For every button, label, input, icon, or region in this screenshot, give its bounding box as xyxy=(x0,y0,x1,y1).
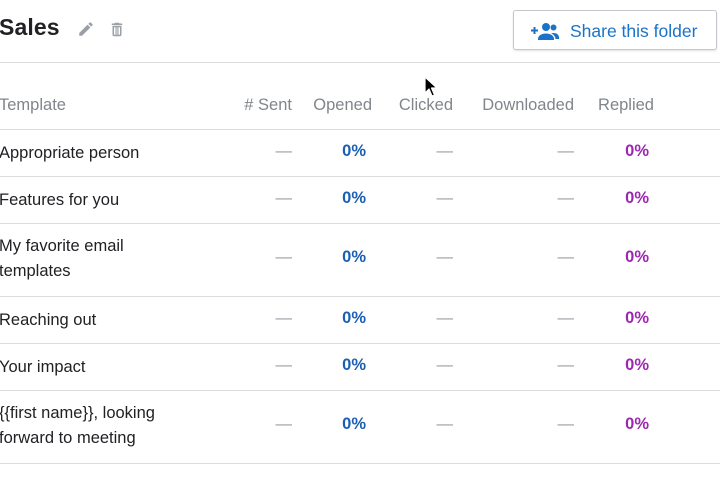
table-row[interactable]: Your impact — 0% — — 0% xyxy=(0,344,720,391)
share-folder-label: Share this folder xyxy=(570,21,698,41)
table-row[interactable]: {{first name}}, looking forward to meeti… xyxy=(0,391,720,464)
folder-title: Sales xyxy=(0,14,60,40)
pencil-icon[interactable] xyxy=(76,19,96,39)
replied-value: 0% xyxy=(625,309,649,327)
sent-value: — xyxy=(275,189,293,207)
replied-value: 0% xyxy=(625,356,649,374)
template-name[interactable]: {{first name}}, looking forward to meeti… xyxy=(0,401,184,451)
share-folder-button[interactable]: Share this folder xyxy=(513,10,717,50)
column-header-opened[interactable]: Opened xyxy=(313,96,372,115)
column-header-template[interactable]: Template xyxy=(0,96,66,115)
replied-value: 0% xyxy=(625,189,649,207)
column-header-sent[interactable]: # Sent xyxy=(244,96,292,115)
replied-value: 0% xyxy=(625,248,649,266)
table-row[interactable]: My favorite email templates — 0% — — 0% xyxy=(0,224,720,297)
opened-value: 0% xyxy=(342,142,366,160)
folder-header: Sales Share this folder xyxy=(0,0,720,63)
opened-value: 0% xyxy=(342,356,366,374)
sent-value: — xyxy=(275,415,293,433)
sent-value: — xyxy=(275,248,293,266)
trash-icon[interactable] xyxy=(107,19,127,39)
downloaded-value: — xyxy=(557,356,575,374)
clicked-value: — xyxy=(436,309,454,327)
template-name[interactable]: My favorite email templates xyxy=(0,234,184,284)
downloaded-value: — xyxy=(557,189,575,207)
downloaded-value: — xyxy=(557,309,575,327)
opened-value: 0% xyxy=(342,189,366,207)
replied-value: 0% xyxy=(625,142,649,160)
template-name[interactable]: Your impact xyxy=(0,355,184,380)
table-row[interactable]: Features for you — 0% — — 0% xyxy=(0,177,720,224)
downloaded-value: — xyxy=(557,415,575,433)
table-row[interactable]: Appropriate person — 0% — — 0% xyxy=(0,130,720,177)
sales-folder-page: Sales Share this folder Template # Sent … xyxy=(0,0,720,480)
table-header: Template # Sent Opened Clicked Downloade… xyxy=(0,82,720,130)
replied-value: 0% xyxy=(625,415,649,433)
downloaded-value: — xyxy=(557,142,575,160)
clicked-value: — xyxy=(436,189,454,207)
people-add-icon xyxy=(531,22,559,40)
clicked-value: — xyxy=(436,415,454,433)
sent-value: — xyxy=(275,309,293,327)
templates-table: Template # Sent Opened Clicked Downloade… xyxy=(0,82,720,464)
clicked-value: — xyxy=(436,356,454,374)
template-name[interactable]: Appropriate person xyxy=(0,141,184,166)
sent-value: — xyxy=(275,142,293,160)
column-header-replied[interactable]: Replied xyxy=(598,96,654,115)
downloaded-value: — xyxy=(557,248,575,266)
template-name[interactable]: Reaching out xyxy=(0,308,184,333)
column-header-clicked[interactable]: Clicked xyxy=(399,96,453,115)
opened-value: 0% xyxy=(342,415,366,433)
opened-value: 0% xyxy=(342,309,366,327)
opened-value: 0% xyxy=(342,248,366,266)
column-header-downloaded[interactable]: Downloaded xyxy=(482,96,574,115)
template-name[interactable]: Features for you xyxy=(0,188,184,213)
clicked-value: — xyxy=(436,248,454,266)
clicked-value: — xyxy=(436,142,454,160)
table-row[interactable]: Reaching out — 0% — — 0% xyxy=(0,297,720,344)
sent-value: — xyxy=(275,356,293,374)
